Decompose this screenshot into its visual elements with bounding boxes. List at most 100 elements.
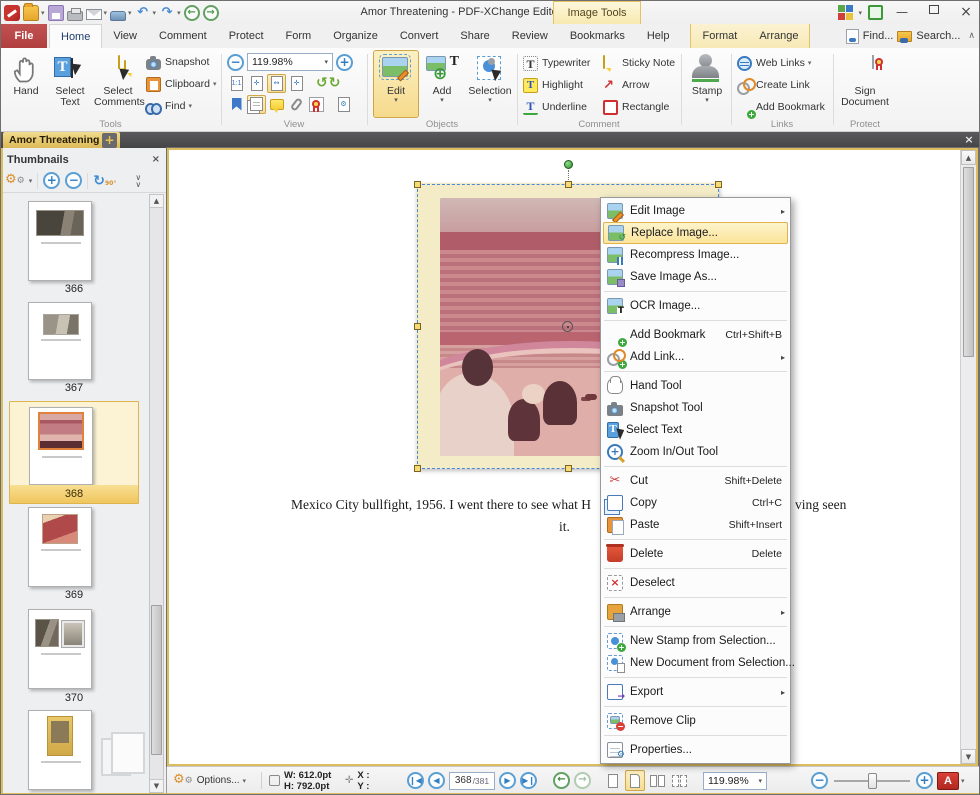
- undo-dropdown-caret[interactable]: ▾: [153, 9, 157, 17]
- handle-top-center[interactable]: [565, 181, 572, 188]
- tab-organize[interactable]: Organize: [322, 24, 389, 48]
- tab-comment[interactable]: Comment: [148, 24, 218, 48]
- tab-bookmarks[interactable]: Bookmarks: [559, 24, 636, 48]
- select-text-button[interactable]: T Select Text: [47, 50, 93, 118]
- history-back-button[interactable]: ←: [184, 5, 200, 21]
- clipboard-button[interactable]: Clipboard ▾: [146, 74, 220, 94]
- status-zoom-in-icon[interactable]: +: [916, 772, 933, 789]
- bookmarks-pane-icon[interactable]: [227, 95, 246, 114]
- select-comments-button[interactable]: Select Comments: [93, 50, 143, 118]
- undo-icon[interactable]: ↶: [135, 5, 151, 21]
- scan-icon[interactable]: [110, 11, 126, 21]
- zoom-slider-thumb[interactable]: [868, 773, 877, 789]
- menu-copy[interactable]: Copy Ctrl+C: [601, 492, 790, 514]
- close-button[interactable]: ×: [953, 2, 979, 23]
- menu-add-link[interactable]: + Add Link...: [601, 346, 790, 368]
- web-links-button[interactable]: Web Links ▾: [737, 53, 829, 73]
- previous-view-button[interactable]: ←: [553, 772, 570, 789]
- tab-home[interactable]: Home: [49, 24, 102, 48]
- menu-snapshot-tool[interactable]: Snapshot Tool: [601, 397, 790, 419]
- doc-scroll-up-icon[interactable]: ▲: [961, 150, 976, 165]
- attachments-pane-icon[interactable]: [287, 95, 306, 114]
- fit-visible-icon[interactable]: ✛: [287, 74, 306, 93]
- thumb-scroll-thumb[interactable]: [151, 605, 162, 755]
- menu-recompress-image[interactable]: Recompress Image...: [601, 244, 790, 266]
- open-file-icon[interactable]: [23, 5, 39, 21]
- doc-scroll-thumb[interactable]: [963, 167, 974, 357]
- arrow-button[interactable]: ↗ Arrow: [603, 75, 679, 95]
- redo-dropdown-caret[interactable]: ▾: [177, 9, 181, 17]
- tab-protect[interactable]: Protect: [218, 24, 275, 48]
- rotate-cw-icon[interactable]: ↻: [329, 74, 341, 92]
- thumbnail-page-368-selected[interactable]: 368: [9, 401, 139, 504]
- email-dropdown-caret[interactable]: ▾: [104, 9, 108, 17]
- highlight-button[interactable]: T Highlight: [523, 75, 601, 95]
- minimize-button[interactable]: —: [889, 2, 915, 23]
- stamp-button[interactable]: Stamp ▾: [685, 50, 729, 118]
- find-button[interactable]: Find...: [863, 30, 894, 42]
- menu-delete[interactable]: Delete Delete: [601, 543, 790, 565]
- menu-save-image-as[interactable]: Save Image As...: [601, 266, 790, 288]
- selection-button[interactable]: Selection ▾: [465, 50, 515, 118]
- menu-export[interactable]: → Export: [601, 681, 790, 703]
- fit-width-icon[interactable]: ↔: [267, 74, 286, 93]
- tab-convert[interactable]: Convert: [389, 24, 450, 48]
- handle-top-right[interactable]: [715, 181, 722, 188]
- thumb-scroll-up-icon[interactable]: ▲: [150, 195, 163, 208]
- rectangle-button[interactable]: Rectangle: [603, 97, 679, 117]
- thumbnail-page-369[interactable]: [28, 507, 92, 587]
- tab-review[interactable]: Review: [501, 24, 559, 48]
- menu-arrange[interactable]: Arrange: [601, 601, 790, 623]
- document-view[interactable]: Mexico City bullfight, 1956. I went ther…: [167, 148, 978, 766]
- tab-help[interactable]: Help: [636, 24, 681, 48]
- adobe-reader-icon[interactable]: A: [937, 772, 959, 790]
- snapshot-button[interactable]: Snapshot: [146, 52, 220, 72]
- thumb-scroll-down-icon[interactable]: ▼: [150, 779, 163, 792]
- menu-remove-clip[interactable]: − Remove Clip: [601, 710, 790, 732]
- thumbnail-page-371[interactable]: [28, 710, 92, 790]
- menu-add-bookmark[interactable]: + Add Bookmark Ctrl+Shift+B: [601, 324, 790, 346]
- tab-file[interactable]: File: [1, 24, 47, 48]
- two-page-layout-icon[interactable]: [647, 770, 667, 791]
- typewriter-button[interactable]: T Typewriter: [523, 53, 601, 73]
- maximize-button[interactable]: [921, 2, 947, 23]
- menu-new-stamp-from-selection[interactable]: + New Stamp from Selection...: [601, 630, 790, 652]
- menu-new-document-from-selection[interactable]: New Document from Selection...: [601, 652, 790, 674]
- adobe-reader-caret[interactable]: ▾: [961, 777, 965, 785]
- app-logo-icon[interactable]: [4, 5, 20, 21]
- create-link-button[interactable]: Create Link: [737, 75, 829, 95]
- last-page-button[interactable]: ▶❙: [520, 772, 537, 789]
- thumbnail-page-367[interactable]: [28, 302, 92, 380]
- handle-bottom-left[interactable]: [414, 465, 421, 472]
- handle-bottom-center[interactable]: [565, 465, 572, 472]
- sticky-note-button[interactable]: Sticky Note: [603, 53, 679, 73]
- menu-replace-image[interactable]: ↺ Replace Image...: [603, 222, 788, 244]
- find-tool-button[interactable]: Find ▾: [146, 96, 220, 116]
- new-document-tab-button[interactable]: +: [102, 133, 117, 148]
- thumbnails-options-icon[interactable]: ⚙⚙: [5, 172, 25, 189]
- fields-pane-icon[interactable]: [307, 95, 326, 114]
- thumbnail-page-370[interactable]: [28, 609, 92, 689]
- menu-hand-tool[interactable]: Hand Tool: [601, 375, 790, 397]
- sign-document-button[interactable]: Sign Document: [837, 50, 893, 118]
- actual-size-icon[interactable]: 1:1: [227, 74, 246, 93]
- menu-zoom-tool[interactable]: + Zoom In/Out Tool: [601, 441, 790, 463]
- thumbnails-scrollbar[interactable]: ▲ ▼: [149, 194, 164, 793]
- zoom-slider[interactable]: [834, 780, 910, 782]
- close-all-icon[interactable]: ×: [961, 133, 977, 147]
- next-page-button[interactable]: ▶: [499, 772, 516, 789]
- options-button[interactable]: ⚙⚙ Options... ▾: [173, 767, 246, 794]
- menu-paste[interactable]: Paste Shift+Insert: [601, 514, 790, 536]
- underline-button[interactable]: T Underline: [523, 97, 601, 117]
- history-forward-button[interactable]: →: [203, 5, 219, 21]
- thumbnail-page-368[interactable]: [29, 407, 93, 485]
- thumbnails-close-icon[interactable]: ×: [152, 154, 160, 165]
- email-icon[interactable]: [86, 9, 102, 20]
- collapse-ribbon-icon[interactable]: ∧: [968, 31, 975, 41]
- print-icon[interactable]: [67, 11, 83, 21]
- handle-top-left[interactable]: [414, 181, 421, 188]
- menu-ocr-image[interactable]: T OCR Image...: [601, 295, 790, 317]
- add-bookmark-button[interactable]: + Add Bookmark: [737, 97, 829, 117]
- image-tools-contextual-tab[interactable]: Image Tools: [553, 1, 641, 24]
- add-object-button[interactable]: T ⊕ Add ▾: [419, 50, 465, 118]
